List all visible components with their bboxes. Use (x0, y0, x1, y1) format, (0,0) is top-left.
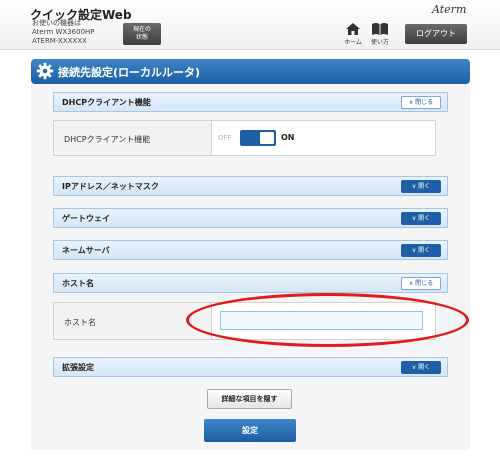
device-model: Aterm WX3600HP (32, 28, 95, 36)
section-title: IPアドレス／ネットマスク (62, 182, 159, 191)
toggle-label: 閉じる (415, 99, 434, 106)
section-title: ネームサーバ (62, 246, 110, 255)
toggle-label: 開く (418, 247, 431, 254)
section-header-ip-netmask[interactable]: IPアドレス／ネットマスク ∨ 開く (53, 176, 448, 196)
logout-button[interactable]: ログアウト (405, 24, 467, 44)
device-id: ATERM-XXXXXX (32, 37, 87, 45)
current-status-button[interactable]: 現在の 状態 (123, 23, 161, 45)
section-header-dhcp[interactable]: DHCPクライアント機能 ∧ 閉じる (53, 92, 448, 112)
chevron-down-icon: ∨ (411, 215, 417, 222)
current-status-label-2: 状態 (135, 34, 148, 41)
section-title: 拡張設定 (62, 363, 94, 372)
chevron-up-icon: ∧ (408, 280, 414, 287)
hide-details-button[interactable]: 詳細な項目を隠す (207, 389, 292, 409)
section-title: ホスト名 (62, 279, 94, 288)
expand-button[interactable]: ∨ 開く (401, 244, 441, 257)
toggle-label: 開く (418, 364, 431, 371)
submit-button[interactable]: 設定 (204, 419, 296, 442)
collapse-button[interactable]: ∧ 閉じる (401, 96, 441, 109)
home-label: ホーム (344, 39, 362, 46)
form-label-cell: DHCPクライアント機能 (54, 121, 212, 155)
section-header-hostname[interactable]: ホスト名 ∧ 閉じる (53, 273, 448, 293)
section-title: ゲートウェイ (62, 214, 110, 223)
page-title-bar: 接続先設定(ローカルルータ) (31, 59, 470, 84)
app-header: クイック設定Web お使いの機器は Aterm WX3600HP ATERM-X… (0, 0, 500, 50)
section-header-gateway[interactable]: ゲートウェイ ∨ 開く (53, 208, 448, 228)
switch-on-label: ON (281, 133, 295, 142)
gear-icon (36, 62, 54, 80)
toggle-label: 閉じる (415, 280, 434, 287)
toggle-label: 開く (418, 215, 431, 222)
section-header-name-server[interactable]: ネームサーバ ∨ 開く (53, 240, 448, 260)
collapse-button[interactable]: ∧ 閉じる (401, 277, 441, 290)
chevron-down-icon: ∨ (411, 247, 417, 254)
manual-label: 使い方 (370, 39, 389, 46)
quick-settings-web-page: クイック設定Web お使いの機器は Aterm WX3600HP ATERM-X… (0, 0, 500, 463)
expand-button[interactable]: ∨ 開く (401, 212, 441, 225)
book-icon (372, 23, 388, 35)
manual-button[interactable]: 使い方 (367, 22, 393, 48)
chevron-up-icon: ∧ (408, 99, 414, 106)
home-button[interactable]: ホーム (340, 22, 366, 48)
form-label-cell: ホスト名 (54, 303, 212, 339)
expand-button[interactable]: ∨ 開く (401, 180, 441, 193)
section-header-advanced[interactable]: 拡張設定 ∨ 開く (53, 357, 448, 377)
switch-track[interactable] (240, 130, 276, 146)
switch-knob[interactable] (260, 132, 274, 144)
chevron-down-icon: ∨ (411, 183, 417, 190)
dhcp-label: DHCPクライアント機能 (64, 135, 151, 144)
expand-button[interactable]: ∨ 開く (401, 361, 441, 374)
section-title: DHCPクライアント機能 (62, 98, 151, 107)
hostname-label: ホスト名 (64, 318, 96, 327)
current-status-label-1: 現在の (132, 26, 151, 33)
chevron-down-icon: ∨ (411, 364, 417, 371)
toggle-label: 開く (418, 183, 431, 190)
page-title: 接続先設定(ローカルルータ) (58, 66, 201, 79)
switch-off-label: OFF (218, 134, 232, 142)
device-info-line: お使いの機器は (32, 19, 81, 27)
home-icon (346, 23, 360, 35)
hostname-input[interactable] (220, 311, 423, 330)
brand-logo: Aterm (432, 3, 467, 16)
